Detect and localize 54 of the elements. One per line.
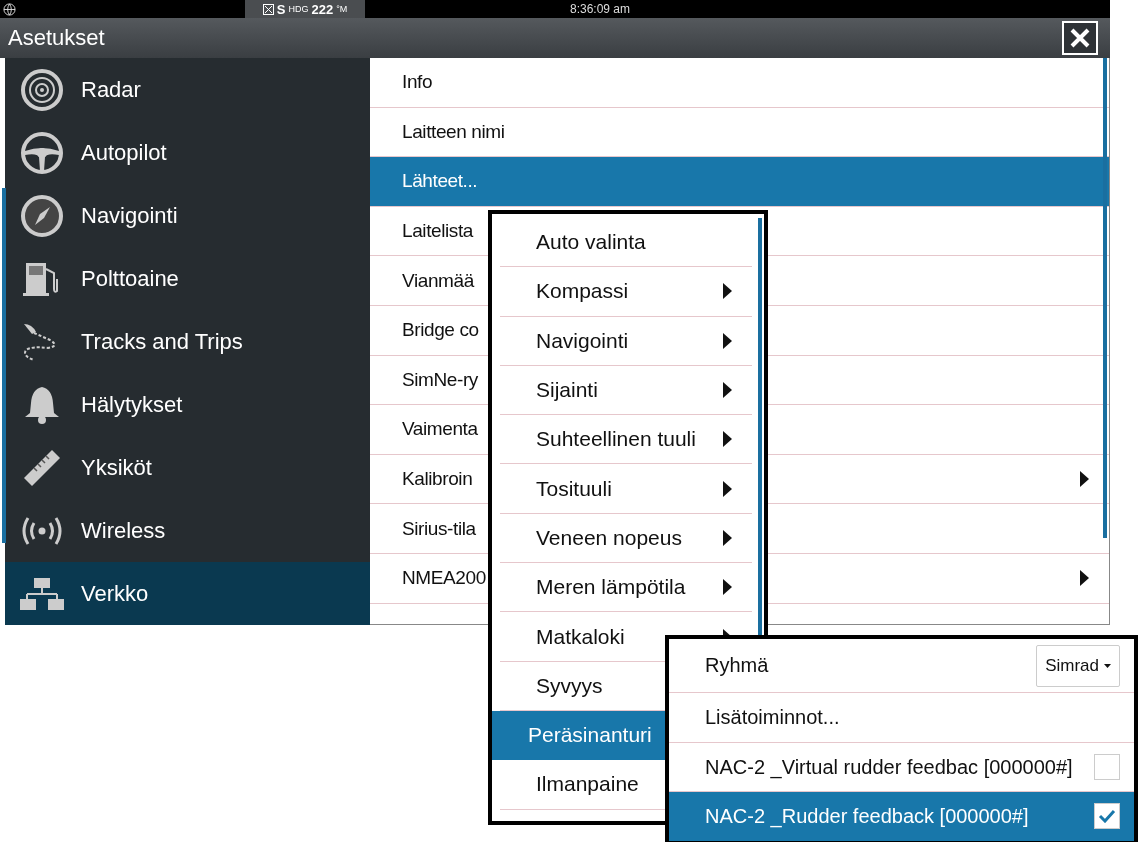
menu-item[interactable]: Ryhmä Simrad: [669, 639, 1134, 693]
sidebar-item[interactable]: Polttoaine: [5, 247, 370, 310]
checkbox[interactable]: [1094, 754, 1120, 780]
menu-item[interactable]: Veneen nopeus: [500, 513, 752, 564]
menu-item[interactable]: Tosituuli: [500, 464, 752, 514]
menu-item[interactable]: Lisätoiminnot...: [669, 693, 1134, 743]
menu-item[interactable]: Navigointi: [500, 316, 752, 366]
radar-icon: [20, 67, 64, 112]
source-item[interactable]: NAC-2 _Rudder feedback [000000#]: [669, 792, 1134, 841]
heading-value: 222: [311, 1, 334, 17]
check-icon: [1098, 809, 1116, 823]
menu-item[interactable]: Sijainti: [500, 365, 752, 416]
group-dropdown[interactable]: Simrad: [1036, 644, 1120, 687]
sidebar-item[interactable]: Yksiköt: [5, 436, 370, 499]
menu-item[interactable]: Suhteellinen tuuli: [500, 415, 752, 465]
sidebar-item[interactable]: Navigointi: [5, 184, 370, 247]
bell-icon: [24, 384, 60, 425]
clock-time: 8:36:09 am: [570, 2, 631, 16]
scrollbar[interactable]: [1103, 58, 1107, 538]
arrow-icon: [723, 529, 732, 546]
scrollbar[interactable]: [2, 188, 6, 543]
steering-wheel-icon: [20, 130, 64, 175]
sidebar-item[interactable]: Autopilot: [5, 121, 370, 184]
close-button[interactable]: [1062, 21, 1098, 55]
ruler-icon: [22, 447, 62, 488]
heading-unit: °M: [336, 4, 348, 14]
arrow-icon: [723, 283, 732, 300]
crossed-box-icon: [262, 3, 274, 15]
arrow-icon: [723, 431, 732, 448]
heading-source: S: [276, 1, 286, 17]
heading-label: HDG: [288, 4, 309, 14]
arrow-icon: [723, 480, 732, 497]
menu-item[interactable]: Kompassi: [500, 267, 752, 317]
arrow-icon: [1080, 570, 1089, 587]
menu-item[interactable]: Meren lämpötila: [500, 563, 752, 613]
sidebar-item[interactable]: Wireless: [5, 499, 370, 562]
arrow-icon: [723, 332, 732, 349]
menu-item[interactable]: Auto valinta: [500, 218, 752, 268]
window-title: Asetukset: [8, 25, 105, 51]
caret-icon: [1104, 663, 1111, 668]
sidebar-item[interactable]: Radar: [5, 58, 370, 121]
menu-item[interactable]: Lähteet...: [370, 157, 1109, 207]
close-icon: [1069, 27, 1091, 49]
arrow-icon: [723, 579, 732, 596]
checkbox[interactable]: [1094, 803, 1120, 829]
sidebar-item[interactable]: Hälytykset: [5, 373, 370, 436]
sidebar-item[interactable]: Verkko: [5, 562, 370, 625]
globe-icon: [3, 2, 16, 16]
compass-icon: [20, 193, 64, 238]
arrow-icon: [723, 382, 732, 399]
network-icon: [19, 576, 65, 611]
arrow-icon: [1080, 471, 1089, 488]
sidebar-item[interactable]: Tracks and Trips: [5, 310, 370, 373]
wireless-icon: [22, 515, 62, 546]
